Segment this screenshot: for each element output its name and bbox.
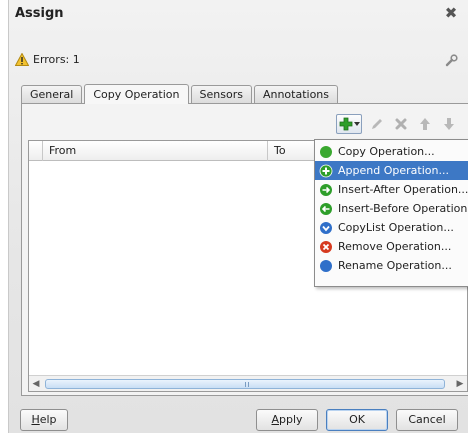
menu-item-copy-operation[interactable]: Copy Operation... [315,142,468,161]
move-down-icon[interactable] [440,115,458,133]
scrollbar-track[interactable] [43,378,453,390]
apply-button[interactable]: Apply [256,409,318,431]
copy-operation-icon [320,145,332,158]
dropdown-arrow-icon [353,122,360,126]
horizontal-scrollbar[interactable]: ◀ ▶ [29,375,467,391]
column-header-from[interactable]: From [43,141,268,161]
menu-item-copylist-operation[interactable]: CopyList Operation... [315,218,468,237]
tab-annotations[interactable]: Annotations [253,85,339,103]
close-icon[interactable]: ✖ [444,6,458,21]
scroll-left-icon[interactable]: ◀ [29,377,43,391]
tab-general[interactable]: General [21,85,83,103]
menu-item-remove-operation[interactable]: Remove Operation... [315,237,468,256]
dialog-title: Assign [15,6,64,21]
menu-item-append-operation[interactable]: Append Operation... [315,161,468,180]
errors-status: Errors: 1 [15,53,80,66]
tab-copy-operation[interactable]: Copy Operation [84,84,189,104]
insert-before-icon [320,202,332,215]
menu-item-insert-before[interactable]: Insert-Before Operation... [315,199,468,218]
tab-sensors[interactable]: Sensors [190,85,252,103]
delete-icon[interactable] [392,115,410,133]
append-operation-icon [319,164,333,177]
add-operation-menu: Copy Operation... Append Operation... In… [314,139,468,287]
help-button[interactable]: Help [20,409,68,431]
ok-button[interactable]: OK [326,409,388,431]
menu-item-insert-after[interactable]: Insert-After Operation... [315,180,468,199]
warning-icon [15,53,29,66]
errors-label: Errors: 1 [33,53,80,66]
scroll-right-icon[interactable]: ▶ [453,377,467,391]
rename-operation-icon [320,259,332,272]
scrollbar-thumb[interactable] [45,378,445,389]
operations-toolbar [336,114,458,134]
wrench-icon[interactable] [444,54,458,68]
cancel-button[interactable]: Cancel [396,409,458,431]
insert-after-icon [320,183,332,196]
tab-strip: General Copy Operation Sensors Annotatio… [21,83,340,104]
menu-item-rename-operation[interactable]: Rename Operation... [315,256,468,275]
row-header-corner [29,141,43,161]
move-up-icon[interactable] [416,115,434,133]
remove-operation-icon [320,240,332,253]
add-icon [339,117,352,131]
edit-pencil-icon[interactable] [368,115,386,133]
add-operation-button[interactable] [336,114,362,134]
copylist-operation-icon [320,221,332,234]
